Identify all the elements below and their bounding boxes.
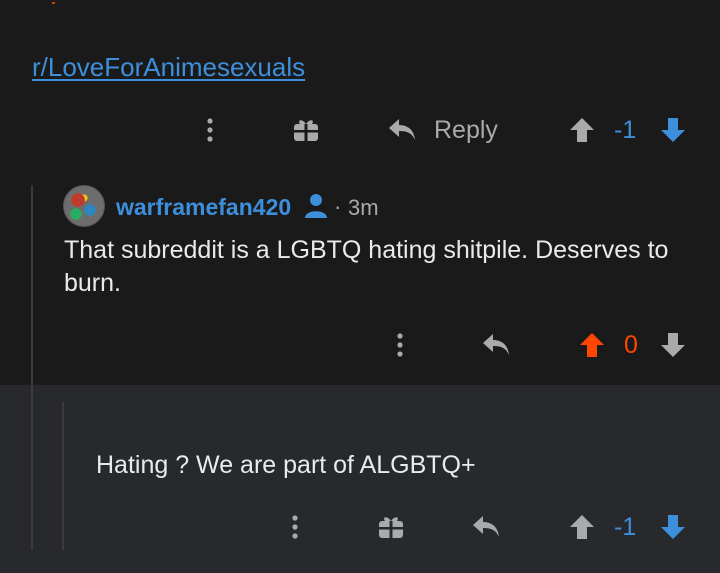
- comment-action-row: 0: [0, 325, 720, 365]
- top-edge-mark: [52, 2, 55, 4]
- more-options-icon[interactable]: [198, 116, 222, 144]
- downvote-icon[interactable]: [658, 116, 688, 144]
- award-gift-icon[interactable]: [291, 116, 321, 144]
- avatar[interactable]: [63, 185, 105, 227]
- downvote-icon[interactable]: [658, 331, 688, 359]
- meta-separator: ·: [334, 194, 342, 219]
- more-options-icon[interactable]: [283, 513, 307, 541]
- award-gift-icon[interactable]: [376, 513, 406, 541]
- subreddit-link[interactable]: r/LoveForAnimesexuals: [32, 52, 305, 83]
- comment-timestamp: 3m: [348, 195, 379, 220]
- reply-button[interactable]: Reply: [434, 116, 498, 145]
- reply-body: Hating ? We are part of ALGBTQ+: [96, 451, 476, 479]
- downvote-icon[interactable]: [658, 513, 688, 541]
- user-profile-icon: [304, 193, 332, 219]
- upvote-icon[interactable]: [577, 331, 607, 359]
- reply-arrow-icon[interactable]: [386, 116, 418, 144]
- vote-score: -1: [614, 116, 637, 144]
- comment-username[interactable]: warframefan420: [116, 194, 291, 221]
- parent-action-row: Reply -1: [0, 110, 720, 150]
- comment-body: That subreddit is a LGBTQ hating shitpil…: [64, 236, 669, 297]
- reply-arrow-icon[interactable]: [470, 513, 502, 541]
- vote-score: 0: [624, 331, 638, 359]
- more-options-icon[interactable]: [388, 331, 412, 359]
- reply-action-row: -1: [0, 507, 720, 547]
- reply-arrow-icon[interactable]: [480, 331, 512, 359]
- vote-score: -1: [614, 513, 637, 541]
- upvote-icon[interactable]: [567, 513, 597, 541]
- upvote-icon[interactable]: [567, 116, 597, 144]
